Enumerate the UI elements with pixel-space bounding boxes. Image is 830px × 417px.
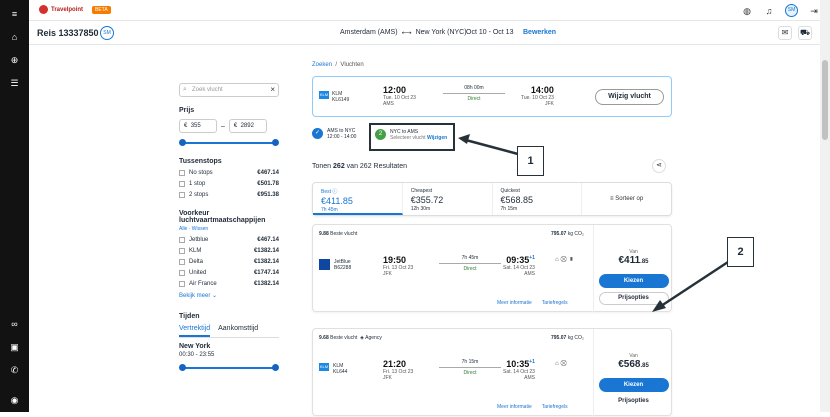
annotation-label-2: 2	[727, 237, 754, 267]
arrow-1-head	[458, 134, 470, 144]
arrow-2-line	[657, 260, 729, 310]
annotation-arrows	[458, 134, 729, 312]
annotation-label-1: 1	[517, 146, 544, 176]
arrow-1-line	[461, 137, 519, 156]
arrow-2-head	[652, 300, 666, 312]
